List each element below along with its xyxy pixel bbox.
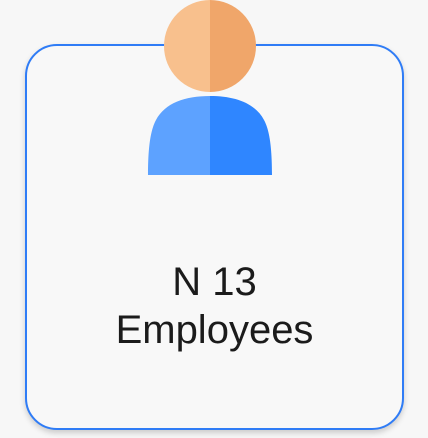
employee-avatar-icon — [148, 0, 272, 175]
employee-count-label: N 13 — [172, 260, 257, 304]
employees-caption: N 13 Employees — [25, 258, 404, 354]
canvas: N 13 Employees — [0, 0, 428, 438]
employees-label: Employees — [115, 308, 314, 352]
